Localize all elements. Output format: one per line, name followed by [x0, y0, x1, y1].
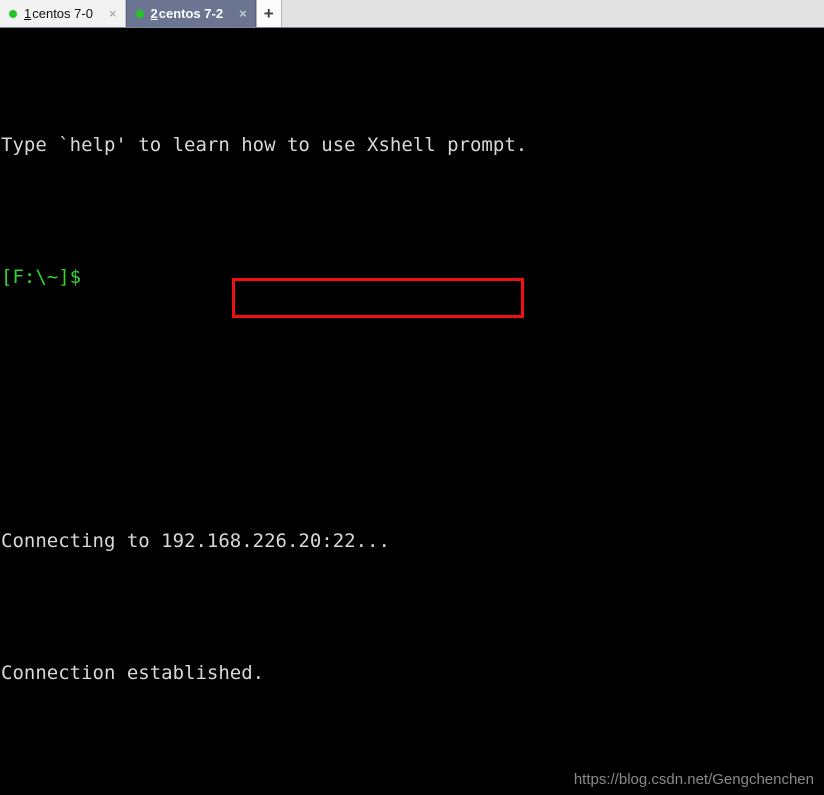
tab-index-label: 1 [24, 6, 32, 21]
tab-centos-7-2[interactable]: 2 centos 7-2 × [125, 0, 256, 27]
tab-index-label: 2 [150, 6, 158, 21]
tab-centos-7-0[interactable]: 1 centos 7-0 × [0, 0, 126, 27]
terminal-line-connecting: Connecting to 192.168.226.20:22... [1, 530, 390, 552]
green-dot-icon [135, 9, 144, 18]
terminal-line-escape-hint: To escape to local shell, press 'Ctrl+Al… [0, 789, 824, 794]
terminal-line-connection-established: Connection established. [1, 662, 265, 684]
terminal-output: Type `help' to learn how to use Xshell p… [0, 30, 824, 794]
tab-title-label: centos 7-0 [32, 6, 93, 21]
local-prompt: [F:\~]$ [1, 266, 82, 288]
close-icon[interactable]: × [107, 7, 119, 20]
watermark-label: https://blog.csdn.net/Gengchenchen [573, 771, 814, 788]
green-dot-icon [9, 9, 17, 18]
close-icon[interactable]: × [237, 7, 249, 20]
terminal-screen[interactable]: Type `help' to learn how to use Xshell p… [0, 28, 824, 794]
terminal-line-help-hint: Type `help' to learn how to use Xshell p… [1, 134, 528, 156]
tab-bar: 1 centos 7-0 × 2 centos 7-2 × + [0, 0, 824, 28]
tab-bar-empty-space [281, 0, 824, 27]
tab-title-label: centos 7-2 [158, 6, 224, 21]
terminal-line-local-prompt: [F:\~]$ [0, 261, 824, 294]
new-tab-button[interactable]: + [255, 0, 282, 27]
